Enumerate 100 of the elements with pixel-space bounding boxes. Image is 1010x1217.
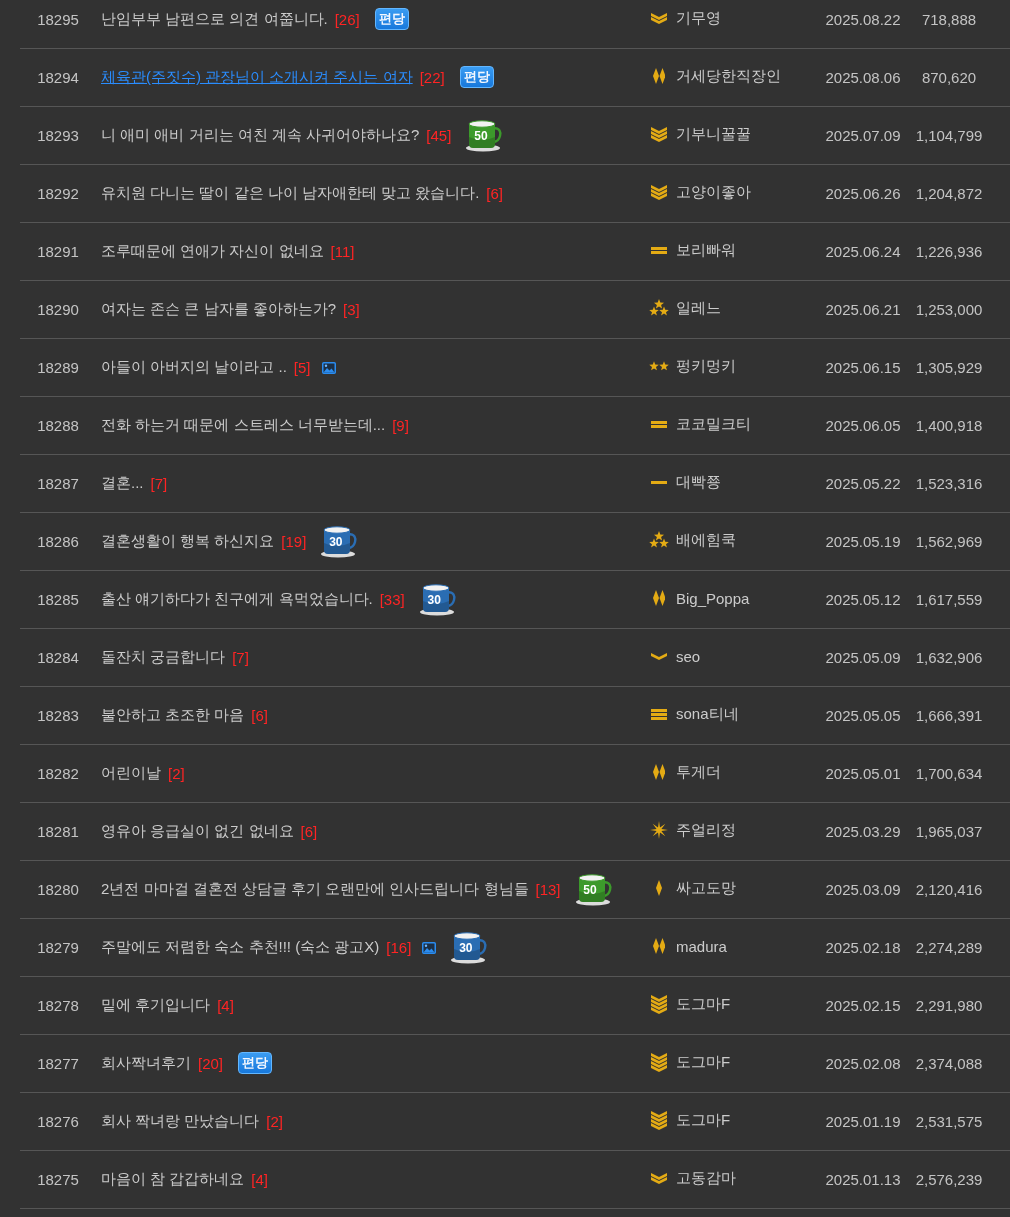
post-number: 18293 xyxy=(37,127,79,144)
diamond-rank-icon xyxy=(656,880,662,896)
author-name[interactable]: seo xyxy=(676,647,701,665)
post-title-link[interactable]: 밑에 후기입니다 xyxy=(101,996,211,1015)
post-title-link[interactable]: 회사짝녀후기 xyxy=(101,1054,191,1073)
post-number: 18292 xyxy=(37,185,79,202)
post-number: 18276 xyxy=(37,1113,79,1130)
comment-count: [4] xyxy=(217,997,234,1014)
comment-count: [45] xyxy=(426,127,452,144)
post-date: 2025.02.08 xyxy=(825,1055,901,1072)
view-count: 1,965,037 xyxy=(915,823,983,840)
author-name[interactable]: 고양이좋아 xyxy=(676,182,751,202)
view-count: 1,305,929 xyxy=(915,359,983,376)
comment-count: [11] xyxy=(330,243,355,260)
post-title-link[interactable]: 체육관(주짓수) 관장님이 소개시켜 주시는 여자 xyxy=(101,68,413,87)
author-name[interactable]: 투게더 xyxy=(676,762,721,782)
chevron-rank-icon xyxy=(651,1052,667,1072)
post-number: 18290 xyxy=(37,301,79,318)
comment-count: [22] xyxy=(419,69,445,86)
comment-count: [33] xyxy=(379,591,405,608)
comment-count: [6] xyxy=(486,185,504,202)
star-cluster-icon xyxy=(649,531,669,549)
post-date: 2025.01.19 xyxy=(825,1113,901,1130)
author-name[interactable]: 기무영 xyxy=(676,8,721,28)
view-count: 1,700,634 xyxy=(915,765,983,782)
author-name[interactable]: sona티네 xyxy=(676,704,739,724)
post-date: 2025.02.15 xyxy=(825,997,901,1014)
bar-rank-icon xyxy=(651,708,667,720)
post-title-link[interactable]: 유치원 다니는 딸이 같은 나이 남자애한테 맞고 왔습니다. xyxy=(101,184,480,203)
author-name[interactable]: 거세당한직장인 xyxy=(676,66,781,86)
post-date: 2025.05.01 xyxy=(825,765,901,782)
chevron-rank-icon xyxy=(651,1172,667,1184)
author-name[interactable]: 보리빠워 xyxy=(676,240,736,260)
post-title-link[interactable]: 결혼생활이 행복 하신지요 xyxy=(101,532,275,551)
view-count: 1,253,000 xyxy=(915,301,983,318)
diamond-rank-icon xyxy=(652,938,666,954)
post-title-link[interactable]: 2년전 마마걸 결혼전 상담글 후기 오랜만에 인사드립니다 형님들 xyxy=(101,880,529,899)
author-name[interactable]: 펑키멍키 xyxy=(676,356,736,376)
view-count: 718,888 xyxy=(921,11,977,28)
comment-count: [16] xyxy=(386,939,412,956)
view-count: 870,620 xyxy=(921,69,977,86)
view-count: 2,374,088 xyxy=(915,1055,983,1072)
post-date: 2025.03.29 xyxy=(825,823,901,840)
author-name[interactable]: 배에힘쿡 xyxy=(676,530,736,550)
post-title-link[interactable]: 영유아 응급실이 없긴 없네요 xyxy=(101,822,294,841)
chevron-rank-icon xyxy=(651,12,667,24)
post-title-link[interactable]: 니 애미 애비 거리는 여친 계속 사귀어야하나요? xyxy=(101,126,420,145)
post-title-link[interactable]: 난임부부 남편으로 의견 여쭙니다. xyxy=(101,10,328,29)
post-date: 2025.08.22 xyxy=(825,11,901,28)
author-name[interactable]: 기부니꿀꿀 xyxy=(676,124,751,144)
view-count: 1,523,316 xyxy=(915,475,983,492)
author-name[interactable]: madura xyxy=(676,937,727,955)
view-count: 2,274,289 xyxy=(915,939,983,956)
post-title-link[interactable]: 회사 짝녀랑 만났습니다 xyxy=(101,1112,260,1131)
post-title-link[interactable]: 조루때문에 연애가 자신이 없네요 xyxy=(101,242,324,261)
post-number: 18277 xyxy=(37,1055,79,1072)
post-number: 18278 xyxy=(37,997,79,1014)
post-number: 18283 xyxy=(37,707,79,724)
comment-count: [20] xyxy=(198,1055,224,1072)
post-title-link[interactable]: 출산 얘기하다가 친구에게 욕먹었습니다. xyxy=(101,590,373,609)
author-name[interactable]: 고동감마 xyxy=(676,1168,736,1188)
post-date: 2025.06.05 xyxy=(825,417,901,434)
view-count: 1,400,918 xyxy=(915,417,983,434)
post-number: 18288 xyxy=(37,417,79,434)
post-title-link[interactable]: 마음이 참 갑갑하네요 xyxy=(101,1170,245,1189)
post-number: 18275 xyxy=(37,1171,79,1188)
author-name[interactable]: 코코밀크티 xyxy=(676,414,751,434)
post-number: 18294 xyxy=(37,69,79,86)
comment-count: [26] xyxy=(334,11,360,28)
post-date: 2025.03.09 xyxy=(825,881,901,898)
comment-count: [7] xyxy=(232,649,249,666)
post-date: 2025.07.09 xyxy=(825,127,901,144)
post-title-link[interactable]: 주말에도 저렴한 숙소 추천!!! (숙소 광고X) xyxy=(101,938,380,957)
post-title-link[interactable]: 아들이 아버지의 날이라고 .. xyxy=(101,358,287,377)
view-count: 1,104,799 xyxy=(915,127,983,144)
author-name[interactable]: 도그마F xyxy=(676,1052,731,1072)
comment-count: [7] xyxy=(150,475,168,492)
author-name[interactable]: Big_Poppa xyxy=(676,589,750,607)
post-title-link[interactable]: 결혼... xyxy=(101,474,144,493)
post-title-link[interactable]: 전화 하는거 때문에 스트레스 너무받는데... xyxy=(101,416,386,435)
comment-count: [9] xyxy=(392,417,409,434)
author-name[interactable]: 대빡쭁 xyxy=(676,472,721,492)
post-title-link[interactable]: 어린이날 xyxy=(101,764,161,783)
post-date: 2025.06.24 xyxy=(825,243,901,260)
comment-count: [13] xyxy=(535,881,561,898)
star-rank-icon xyxy=(649,361,669,371)
author-name[interactable]: 도그마F xyxy=(676,1110,731,1130)
author-name[interactable]: 싸고도망 xyxy=(676,878,736,898)
post-title-link[interactable]: 불안하고 초조한 마음 xyxy=(101,706,245,725)
post-number: 18286 xyxy=(37,533,79,550)
post-date: 2025.05.22 xyxy=(825,475,901,492)
post-title-link[interactable]: 돌잔치 궁금합니다 xyxy=(101,648,226,667)
category-badge: 편당 xyxy=(374,7,409,30)
author-name[interactable]: 주얼리정 xyxy=(676,820,736,840)
chevron-rank-icon xyxy=(651,994,667,1014)
diamond-rank-icon xyxy=(652,590,666,606)
author-name[interactable]: 일레느 xyxy=(676,298,721,318)
post-title-link[interactable]: 여자는 존슨 큰 남자를 좋아하는가? xyxy=(101,300,336,319)
author-name[interactable]: 도그마F xyxy=(676,994,731,1014)
post-number: 18280 xyxy=(37,881,79,898)
